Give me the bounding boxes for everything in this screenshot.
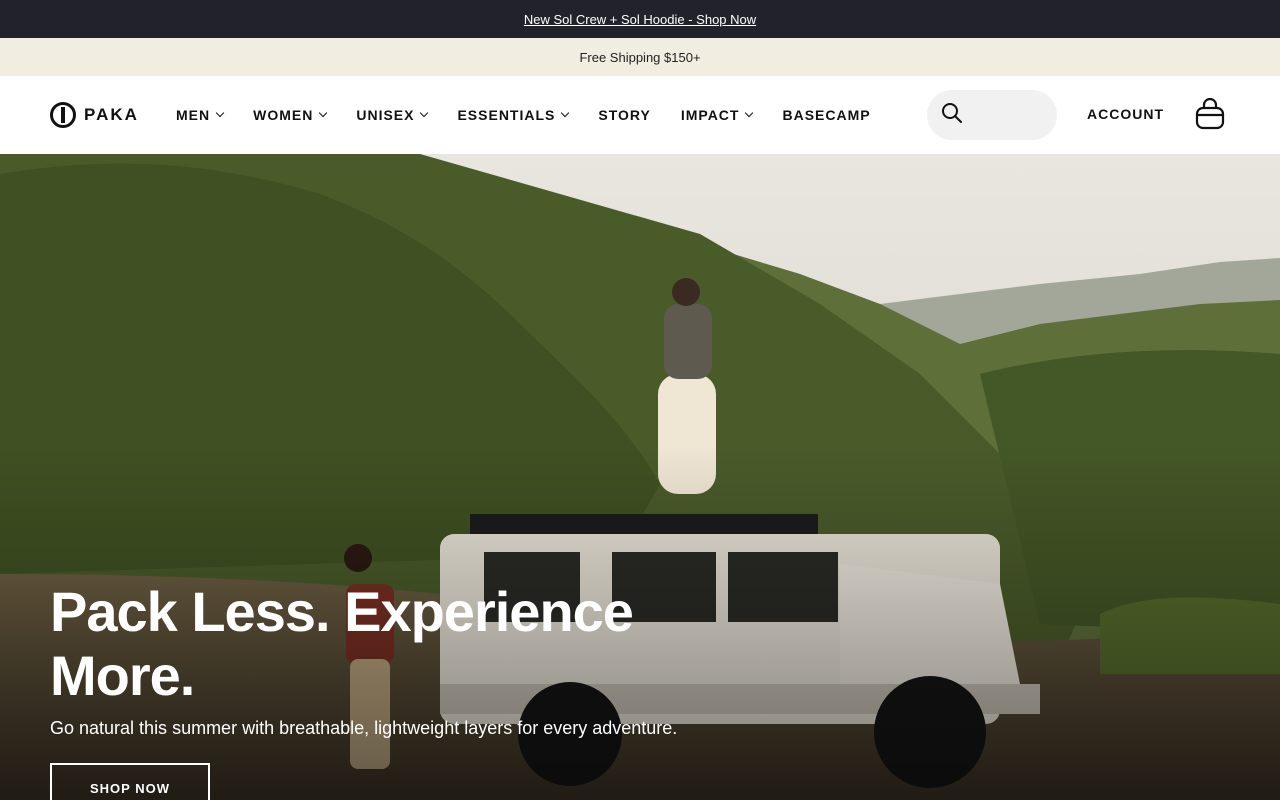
main-header: PAKA MEN WOMEN UNISEX ESSENTIALS STORY I… [0,76,1280,154]
shipping-text: Free Shipping $150+ [579,49,701,65]
primary-nav: MEN WOMEN UNISEX ESSENTIALS STORY IMPACT… [176,76,901,154]
logo-mark-icon [50,102,76,128]
shop-now-button[interactable]: SHOP NOW [50,763,210,800]
nav-item-unisex[interactable]: UNISEX [356,107,429,123]
announcement-link[interactable]: New Sol Crew + Sol Hoodie - Shop Now [524,12,756,27]
hero-title-line1: Pack Less. Experience [50,580,634,643]
nav-label: WOMEN [253,107,314,123]
shipping-bar: Free Shipping $150+ [0,38,1280,76]
chevron-down-icon [215,108,225,118]
nav-label: BASECAMP [782,107,871,123]
account-link[interactable]: ACCOUNT [1087,106,1164,122]
nav-item-women[interactable]: WOMEN [253,107,328,123]
nav-item-basecamp[interactable]: BASECAMP [782,107,870,123]
nav-item-essentials[interactable]: ESSENTIALS [457,107,570,123]
search-box[interactable] [927,90,1057,140]
search-icon[interactable] [941,102,963,129]
chevron-down-icon [745,108,754,118]
nav-label: UNISEX [356,107,415,123]
nav-item-impact[interactable]: IMPACT [680,107,754,123]
search-input[interactable] [971,107,1051,123]
nav-item-story[interactable]: STORY [598,107,650,123]
nav-label: IMPACT [680,107,740,123]
nav-label: STORY [598,107,651,123]
hero-subtitle: Go natural this summer with breathable, … [50,718,678,738]
bag-icon[interactable] [1195,97,1225,135]
chevron-down-icon [420,108,429,118]
nav-label: ESSENTIALS [457,107,556,123]
announcement-bar: New Sol Crew + Sol Hoodie - Shop Now [0,0,1280,38]
chevron-down-icon [319,108,328,118]
chevron-down-icon [561,108,570,118]
nav-item-men[interactable]: MEN [176,107,225,123]
logo-text: PAKA [84,105,139,124]
hero-title: Pack Less. Experience More. [50,580,690,708]
hero-banner: Pack Less. Experience More. Go natural t… [0,154,1280,800]
hero-title-line2: More. [50,644,195,707]
nav-label: MEN [176,107,211,123]
logo[interactable]: PAKA [50,102,139,128]
